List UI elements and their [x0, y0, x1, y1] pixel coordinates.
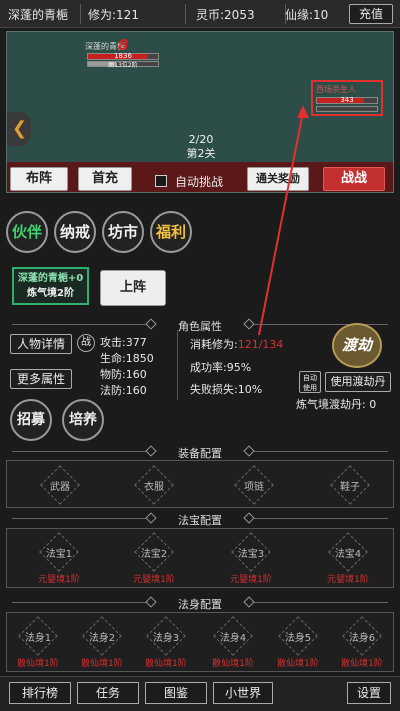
- equipment-slot-weapon[interactable]: 武器: [35, 465, 85, 505]
- fight-button[interactable]: 战战: [323, 167, 385, 191]
- attack-stat: 攻击:377: [100, 336, 147, 349]
- treasure-row: 法宝1 元婴境1阶 法宝2 元婴境1阶 法宝3 元婴境1阶 法宝4 元婴境1阶: [6, 528, 394, 588]
- train-button[interactable]: 培养: [62, 399, 104, 441]
- character-detail-button[interactable]: 人物详情: [10, 334, 72, 354]
- welfare-nav-button[interactable]: 福利: [150, 211, 192, 253]
- pill-count: 炼气境渡劫丹: 0: [296, 398, 377, 411]
- treasure-slot-2[interactable]: 法宝2 元婴境1阶: [124, 532, 184, 585]
- scene-back-button[interactable]: ❮: [7, 112, 31, 146]
- dharma-row: 法身1 散仙境1阶 法身2 散仙境1阶 法身3 散仙境1阶 法身4 散仙境1阶 …: [6, 612, 394, 672]
- magic-def-stat: 法防:160: [100, 384, 147, 397]
- enemy-hp-bar: 343: [316, 96, 378, 104]
- dharma-slot-6[interactable]: 法身6 散仙境1阶: [331, 616, 393, 669]
- ally-hp-text: 1836: [114, 52, 132, 60]
- hp-stat: 生命:1850: [100, 352, 154, 365]
- settings-button[interactable]: 设置: [347, 682, 391, 704]
- cost-label: 消耗修为:: [190, 338, 238, 351]
- dharma-slot-5[interactable]: 法身5 散仙境1阶: [267, 616, 329, 669]
- recharge-button[interactable]: 充值: [349, 4, 393, 24]
- ally-hp-bar: 1836: [87, 52, 159, 60]
- ally-mp-text: 图13位2阶: [108, 62, 138, 69]
- enemy-mp-bar: [316, 106, 378, 112]
- deploy-button[interactable]: 上阵: [100, 270, 166, 306]
- divider: [80, 4, 81, 24]
- auto-challenge-label: 自动挑战: [175, 175, 224, 189]
- fail-loss-stat: 失败损失:10%: [190, 383, 263, 396]
- divider: [177, 330, 178, 400]
- partner-card-name: 深蓬的青梔+0: [17, 273, 84, 284]
- ally-unit: 深蓬的青梔 8 1836 图13位2阶: [85, 36, 161, 71]
- bottom-nav: 排行榜 任务 图鉴 小世界 设置: [0, 676, 400, 711]
- equipment-slot-necklace[interactable]: 项链: [229, 465, 279, 505]
- wave-indicator: 2/20 第2关: [177, 133, 225, 161]
- clear-reward-button[interactable]: 通关奖励: [247, 167, 309, 191]
- treasure-section-title: 法宝配置: [0, 511, 400, 527]
- tasks-button[interactable]: 任务: [77, 682, 139, 704]
- top-bar: 深蓬的青梔 修为:121 灵币:2053 仙缘:10 充值: [0, 0, 400, 28]
- more-attributes-button[interactable]: 更多属性: [10, 369, 72, 389]
- dharma-slot-4[interactable]: 法身4 散仙境1阶: [202, 616, 264, 669]
- partner-nav-button[interactable]: 伙伴: [6, 211, 48, 253]
- enemy-hp-text: 343: [340, 96, 354, 104]
- treasure-slot-1[interactable]: 法宝1 元婴境1阶: [29, 532, 89, 585]
- market-nav-button[interactable]: 坊市: [102, 211, 144, 253]
- dharma-section-title: 法身配置: [0, 595, 400, 611]
- enemy-unit[interactable]: 西场杀生人 343: [311, 80, 383, 116]
- small-world-button[interactable]: 小世界: [213, 682, 273, 704]
- equipment-section-title: 装备配置: [0, 444, 400, 460]
- player-name: 深蓬的青梔: [8, 8, 69, 22]
- wave-count: 2/20: [188, 133, 214, 146]
- ring-nav-button[interactable]: 纳戒: [54, 211, 96, 253]
- chevron-left-icon: ❮: [12, 118, 28, 139]
- treasure-slot-3[interactable]: 法宝3 元婴境1阶: [221, 532, 281, 585]
- first-charge-button[interactable]: 首充: [78, 167, 132, 191]
- dharma-slot-2[interactable]: 法身2 散仙境1阶: [71, 616, 133, 669]
- equipment-row: 武器 衣服 项链 鞋子: [6, 460, 394, 508]
- treasure-slot-4[interactable]: 法宝4 元婴境1阶: [318, 532, 378, 585]
- divider: [185, 4, 186, 24]
- partner-card[interactable]: 深蓬的青梔+0 炼气境2阶: [12, 267, 89, 305]
- spirit-coin-stat: 灵币:2053: [196, 8, 255, 22]
- fate-stat: 仙缘:10: [285, 8, 329, 22]
- phys-def-stat: 物防:160: [100, 368, 147, 381]
- codex-button[interactable]: 图鉴: [145, 682, 207, 704]
- auto-challenge-checkbox[interactable]: [155, 175, 167, 187]
- cultivation-stat: 修为:121: [88, 8, 139, 22]
- enemy-name: 西场杀生人: [316, 85, 356, 94]
- equipment-slot-clothes[interactable]: 衣服: [129, 465, 179, 505]
- use-pill-button[interactable]: 使用渡劫丹: [325, 372, 391, 392]
- success-rate-stat: 成功率:95%: [190, 361, 252, 374]
- dharma-slot-3[interactable]: 法身3 散仙境1阶: [135, 616, 197, 669]
- lineup-button[interactable]: 布阵: [10, 167, 68, 191]
- auto-use-toggle[interactable]: 自动使用: [299, 371, 321, 393]
- tribulation-seal-icon[interactable]: 渡劫: [332, 323, 382, 368]
- stage-label: 第2关: [186, 147, 216, 160]
- cost-value: 121/134: [237, 338, 284, 351]
- battle-badge[interactable]: 战: [77, 334, 95, 352]
- equipment-slot-shoes[interactable]: 鞋子: [325, 465, 375, 505]
- cost-stat: 消耗修为:121/134: [190, 336, 283, 352]
- dharma-slot-1[interactable]: 法身1 散仙境1阶: [7, 616, 69, 669]
- leaderboard-button[interactable]: 排行榜: [9, 682, 71, 704]
- partner-card-realm: 炼气境2阶: [27, 288, 74, 299]
- ally-mp-bar: 图13位2阶: [87, 61, 159, 69]
- recruit-button[interactable]: 招募: [10, 399, 52, 441]
